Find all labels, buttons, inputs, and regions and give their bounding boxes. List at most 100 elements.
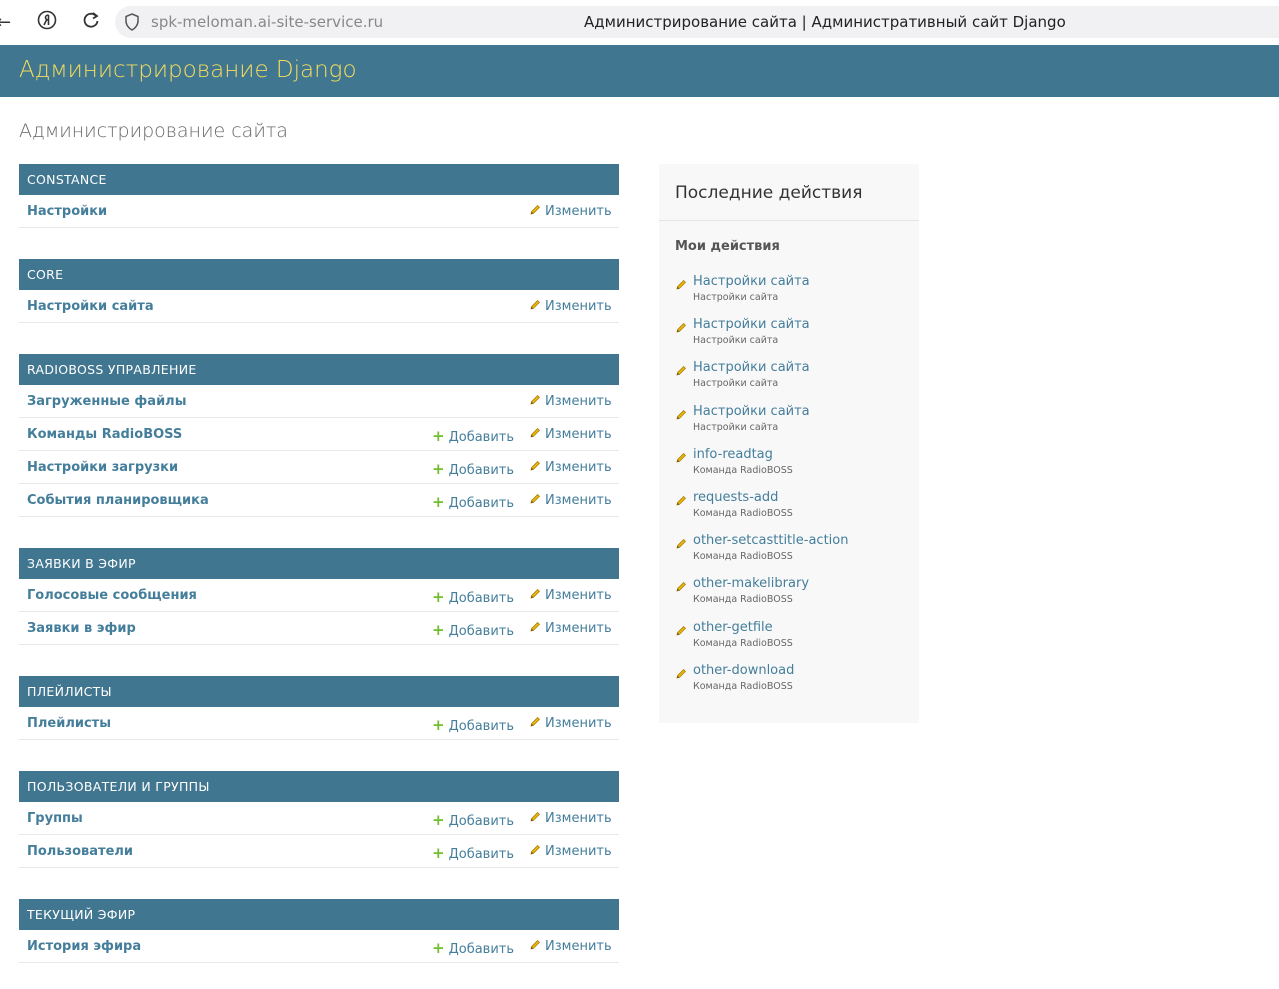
pencil-icon xyxy=(675,492,687,506)
model-row: Пользователи + Добавить Изменить xyxy=(19,835,619,868)
recent-action-type: Команда RadioBOSS xyxy=(693,465,793,476)
pencil-icon xyxy=(529,460,541,472)
add-link[interactable]: + Добавить xyxy=(432,939,514,957)
recent-action-link[interactable]: other-setcasttitle-action xyxy=(693,533,848,548)
model-row: События планировщика + Добавить Изменить xyxy=(19,484,619,517)
recent-actions-title: Последние действия xyxy=(675,183,863,203)
change-link[interactable]: Изменить xyxy=(529,204,612,219)
recent-action-link[interactable]: other-download xyxy=(693,663,794,678)
module-caption[interactable]: ТЕКУЩИЙ ЭФИР xyxy=(19,899,619,930)
recent-action-link[interactable]: Настройки сайта xyxy=(693,317,810,332)
module-caption[interactable]: RADIOBOSS УПРАВЛЕНИЕ xyxy=(19,354,619,385)
change-link[interactable]: Изменить xyxy=(529,394,612,409)
recent-action-link[interactable]: info-readtag xyxy=(693,447,773,462)
address-bar[interactable]: spk-meloman.ai-site-service.ru Администр… xyxy=(115,6,1279,38)
recent-action-link[interactable]: requests-add xyxy=(693,490,778,505)
pencil-icon xyxy=(529,204,541,216)
add-link[interactable]: + Добавить xyxy=(432,427,514,445)
add-link[interactable]: + Добавить xyxy=(432,844,514,862)
yandex-logo-icon[interactable] xyxy=(37,10,57,35)
app-module: ПЛЕЙЛИСТЫ Плейлисты + Добавить Изменить xyxy=(19,676,619,740)
model-link[interactable]: Заявки в эфир xyxy=(27,621,136,636)
change-label: Изменить xyxy=(545,204,612,219)
model-link[interactable]: История эфира xyxy=(27,939,141,954)
model-row: Настройки загрузки + Добавить Изменить xyxy=(19,451,619,484)
add-link[interactable]: + Добавить xyxy=(432,811,514,829)
change-link[interactable]: Изменить xyxy=(529,621,612,636)
recent-action-link[interactable]: Настройки сайта xyxy=(693,360,810,375)
recent-action-type: Команда RadioBOSS xyxy=(693,551,793,562)
model-link[interactable]: Загруженные файлы xyxy=(27,394,186,409)
change-label: Изменить xyxy=(545,811,612,826)
pencil-icon xyxy=(675,319,687,333)
reload-icon[interactable] xyxy=(81,10,101,35)
pencil-icon xyxy=(675,535,687,549)
model-link[interactable]: Команды RadioBOSS xyxy=(27,427,182,442)
model-link[interactable]: Настройки загрузки xyxy=(27,460,178,475)
plus-icon: + xyxy=(432,716,445,734)
recent-action-link[interactable]: other-makelibrary xyxy=(693,576,809,591)
pencil-icon xyxy=(529,811,541,823)
pencil-icon xyxy=(675,276,687,290)
url-text[interactable]: spk-meloman.ai-site-service.ru xyxy=(151,13,383,31)
add-link[interactable]: + Добавить xyxy=(432,460,514,478)
model-row: Настройки Изменить xyxy=(19,195,619,228)
plus-icon: + xyxy=(432,460,445,478)
recent-action-link[interactable]: Настройки сайта xyxy=(693,274,810,289)
app-module: CONSTANCE Настройки Изменить xyxy=(19,164,619,228)
add-link[interactable]: + Добавить xyxy=(432,493,514,511)
module-caption[interactable]: ПОЛЬЗОВАТЕЛИ И ГРУППЫ xyxy=(19,771,619,802)
model-link[interactable]: Голосовые сообщения xyxy=(27,588,197,603)
site-brand[interactable]: Администрирование Django xyxy=(19,57,357,83)
recent-action-link[interactable]: Настройки сайта xyxy=(693,404,810,419)
pencil-icon xyxy=(529,299,541,311)
change-link[interactable]: Изменить xyxy=(529,299,612,314)
add-link[interactable]: + Добавить xyxy=(432,621,514,639)
pencil-icon xyxy=(529,394,541,406)
page-title: Администрирование сайта xyxy=(19,120,288,142)
model-link[interactable]: Группы xyxy=(27,811,83,826)
model-link[interactable]: Плейлисты xyxy=(27,716,111,731)
module-caption[interactable]: CORE xyxy=(19,259,619,290)
module-caption[interactable]: CONSTANCE xyxy=(19,164,619,195)
change-link[interactable]: Изменить xyxy=(529,460,612,475)
recent-action-type: Команда RadioBOSS xyxy=(693,638,793,649)
pencil-icon xyxy=(675,578,687,592)
change-link[interactable]: Изменить xyxy=(529,939,612,954)
add-label: Добавить xyxy=(448,463,515,478)
recent-action-type: Настройки сайта xyxy=(693,335,779,346)
change-link[interactable]: Изменить xyxy=(529,588,612,603)
model-link[interactable]: Настройки сайта xyxy=(27,299,154,314)
model-link[interactable]: Пользователи xyxy=(27,844,133,859)
my-actions-heading: Мои действия xyxy=(675,239,780,254)
recent-action-link[interactable]: other-getfile xyxy=(693,620,773,635)
add-label: Добавить xyxy=(448,591,515,606)
add-link[interactable]: + Добавить xyxy=(432,588,514,606)
back-icon[interactable]: ← xyxy=(0,12,11,33)
change-link[interactable]: Изменить xyxy=(529,493,612,508)
shield-icon[interactable] xyxy=(125,13,139,31)
pencil-icon xyxy=(675,449,687,463)
app-module: CORE Настройки сайта Изменить xyxy=(19,259,619,323)
app-module: ПОЛЬЗОВАТЕЛИ И ГРУППЫ Группы + Добавить Изме… xyxy=(19,771,619,868)
change-link[interactable]: Изменить xyxy=(529,716,612,731)
recent-action-type: Настройки сайта xyxy=(693,292,779,303)
change-link[interactable]: Изменить xyxy=(529,811,612,826)
model-row: Группы + Добавить Изменить xyxy=(19,802,619,835)
module-caption[interactable]: ЗАЯВКИ В ЭФИР xyxy=(19,548,619,579)
change-label: Изменить xyxy=(545,427,612,442)
change-link[interactable]: Изменить xyxy=(529,844,612,859)
add-label: Добавить xyxy=(448,496,515,511)
model-link[interactable]: Настройки xyxy=(27,204,107,219)
app-module: RADIOBOSS УПРАВЛЕНИЕ Загруженные файлы Изм… xyxy=(19,354,619,517)
change-label: Изменить xyxy=(545,588,612,603)
app-module: ЗАЯВКИ В ЭФИР Голосовые сообщения + Добавит… xyxy=(19,548,619,645)
add-link[interactable]: + Добавить xyxy=(432,716,514,734)
recent-action-type: Настройки сайта xyxy=(693,378,779,389)
module-caption[interactable]: ПЛЕЙЛИСТЫ xyxy=(19,676,619,707)
change-link[interactable]: Изменить xyxy=(529,427,612,442)
model-link[interactable]: События планировщика xyxy=(27,493,209,508)
plus-icon: + xyxy=(432,427,445,445)
add-label: Добавить xyxy=(448,624,515,639)
browser-toolbar: ← spk-meloman.ai-site-service.ru Админис… xyxy=(0,0,1279,45)
